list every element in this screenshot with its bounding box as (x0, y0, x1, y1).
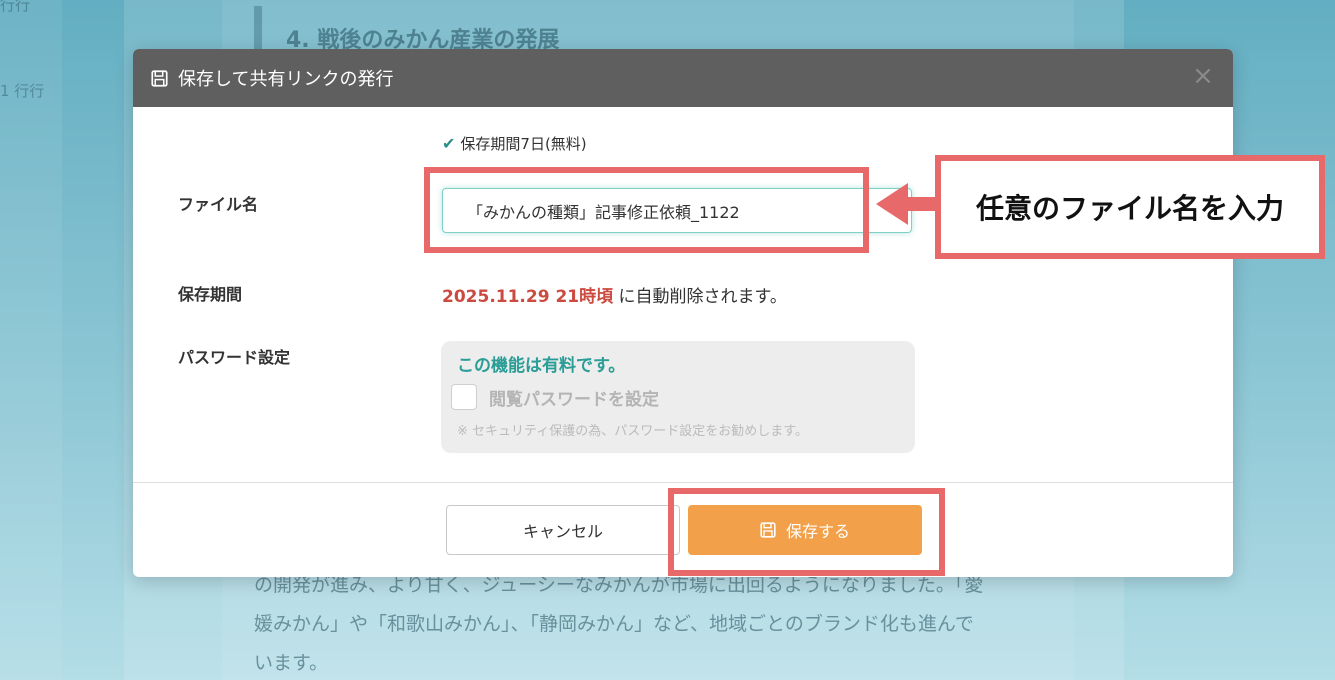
dialog-header: 保存して共有リンクの発行 × (133, 49, 1233, 107)
save-share-dialog: 保存して共有リンクの発行 × ✔ 保存期間7日(無料) ファイル名 保存期間 2… (133, 49, 1233, 577)
save-button-label: 保存する (785, 522, 850, 541)
retention-label: 保存期間 (178, 285, 243, 304)
background-sidebar (0, 0, 62, 680)
free-plan-note-text: 保存期間7日(無料) (460, 135, 587, 153)
floppy-disk-icon (760, 522, 776, 538)
callout-arrow-shaft (905, 197, 937, 211)
footer-divider (133, 482, 1233, 483)
paid-feature-notice: この機能は有料です。 (457, 356, 626, 376)
file-name-input[interactable] (442, 188, 912, 233)
background-heading-bar (254, 6, 262, 50)
cancel-button[interactable]: キャンセル (446, 505, 680, 555)
checkmark-icon: ✔ (442, 134, 456, 153)
password-security-note: ※ セキュリティ保護の為、パスワード設定をお勧めします。 (457, 424, 808, 439)
background-paragraph: の開発が進み、より甘く、ジューシーなみかんが市場に出回るようになりました。「愛 … (254, 566, 1054, 680)
retention-date: 2025.11.29 21時頃 (442, 287, 614, 307)
close-icon[interactable]: × (1191, 63, 1215, 89)
background-paragraph-line: 媛みかん」や「和歌山みかん」、「静岡みかん」など、地域ごとのブランド化も進んで (254, 613, 974, 635)
password-checkbox-label: 閲覧パスワードを設定 (489, 389, 659, 410)
background-paragraph-line: います。 (254, 652, 329, 674)
background-side-label: 行行 (0, 0, 31, 14)
dialog-title: 保存して共有リンクの発行 (178, 69, 394, 90)
password-checkbox-row: 閲覧パスワードを設定 (451, 384, 915, 410)
floppy-disk-icon (151, 69, 168, 87)
background-side-label: 1 行行 (0, 82, 45, 100)
instruction-callout: 任意のファイル名を入力 (935, 155, 1325, 259)
free-plan-note: ✔ 保存期間7日(無料) (442, 133, 587, 154)
retention-info: 2025.11.29 21時頃 に自動削除されます。 (442, 282, 787, 307)
password-panel: この機能は有料です。 閲覧パスワードを設定 ※ セキュリティ保護の為、パスワード… (441, 341, 915, 453)
password-label: パスワード設定 (178, 348, 291, 367)
file-name-label: ファイル名 (178, 195, 259, 214)
password-checkbox[interactable] (451, 384, 477, 410)
retention-suffix: に自動削除されます。 (618, 287, 787, 307)
save-button[interactable]: 保存する (688, 505, 922, 555)
left-arrow-icon (876, 183, 908, 225)
